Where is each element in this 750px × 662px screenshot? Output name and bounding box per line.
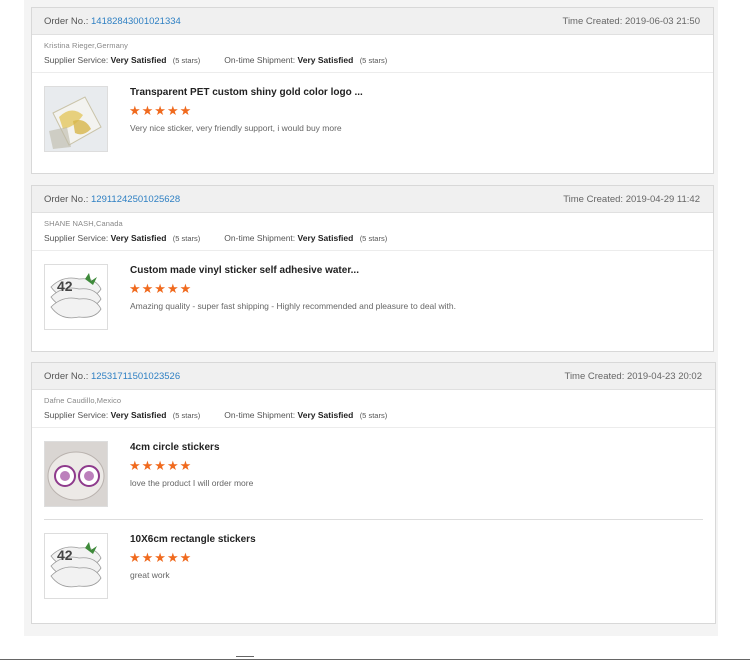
- shipment-rating: On-time Shipment: Very Satisfied (5 star…: [224, 233, 387, 243]
- circle-sticker-roll-image: [45, 442, 107, 506]
- supplier-service-rating: Supplier Service: Very Satisfied (5 star…: [44, 55, 200, 65]
- supplier-value: Very Satisfied: [110, 410, 167, 420]
- product-title[interactable]: 4cm circle stickers: [130, 442, 220, 453]
- order-label: Order No.:: [44, 193, 89, 205]
- card-header: Order No.: 12911242501025628 Time Create…: [32, 186, 713, 213]
- shipment-stars: (5 stars): [359, 56, 388, 65]
- supplier-label: Supplier Service:: [44, 410, 109, 420]
- shipment-value: Very Satisfied: [297, 55, 354, 65]
- time-created: Time Created: 2019-04-23 20:02: [565, 371, 703, 382]
- order-number: Order No.: 12531711501023526: [44, 371, 180, 382]
- buyer-name: Dafne Caudillo,Mexico: [44, 396, 122, 405]
- review-item: 42 10X6cm rectangle stickers ★★★★★ great…: [32, 520, 715, 610]
- supplier-value: Very Satisfied: [110, 55, 167, 65]
- card-header: Order No.: 12531711501023526 Time Create…: [32, 363, 715, 390]
- review-meta: Kristina Rieger,Germany Supplier Service…: [32, 35, 713, 73]
- time-created: Time Created: 2019-06-03 21:50: [563, 16, 701, 27]
- service-ratings: Supplier Service: Very Satisfied (5 star…: [44, 233, 701, 243]
- review-comment: Amazing quality - super fast shipping - …: [130, 301, 457, 311]
- shipment-value: Very Satisfied: [297, 233, 354, 243]
- shipment-rating: On-time Shipment: Very Satisfied (5 star…: [224, 55, 387, 65]
- supplier-label: Supplier Service:: [44, 233, 109, 243]
- created-label: Time Created:: [564, 370, 625, 382]
- order-label: Order No.:: [44, 370, 89, 382]
- buyer-name: SHANE NASH,Canada: [44, 219, 123, 228]
- review-item: 4cm circle stickers ★★★★★ love the produ…: [32, 428, 715, 520]
- review-meta: SHANE NASH,Canada Supplier Service: Very…: [32, 213, 713, 251]
- shipment-rating: On-time Shipment: Very Satisfied (5 star…: [224, 410, 387, 420]
- bottom-divider: [0, 659, 750, 660]
- order-number-link[interactable]: 14182843001021334: [91, 16, 181, 27]
- vinyl-sticker-image: 42: [45, 265, 107, 329]
- order-label: Order No.:: [44, 15, 89, 27]
- product-title[interactable]: Transparent PET custom shiny gold color …: [130, 87, 363, 98]
- card-header: Order No.: 14182843001021334 Time Create…: [32, 8, 713, 35]
- rating-stars: ★★★★★: [129, 281, 193, 296]
- svg-text:42: 42: [57, 547, 73, 563]
- supplier-value: Very Satisfied: [110, 233, 167, 243]
- shipment-label: On-time Shipment:: [224, 410, 296, 420]
- review-meta: Dafne Caudillo,Mexico Supplier Service: …: [32, 390, 715, 428]
- created-value: 2019-04-29 11:42: [625, 193, 700, 205]
- order-number: Order No.: 14182843001021334: [44, 16, 181, 27]
- product-title[interactable]: 10X6cm rectangle stickers: [130, 534, 256, 545]
- review-comment: love the product I will order more: [130, 478, 254, 488]
- review-item: 42 Custom made vinyl sticker self adhesi…: [32, 251, 713, 351]
- product-thumbnail[interactable]: [44, 441, 108, 507]
- created-value: 2019-04-23 20:02: [626, 370, 702, 382]
- rating-stars: ★★★★★: [129, 103, 193, 118]
- bottom-marker: [236, 656, 254, 660]
- order-number-link[interactable]: 12911242501025628: [91, 194, 180, 205]
- order-number-link[interactable]: 12531711501023526: [91, 371, 180, 382]
- shipment-stars: (5 stars): [359, 234, 388, 243]
- review-card: Order No.: 14182843001021334 Time Create…: [31, 7, 714, 174]
- service-ratings: Supplier Service: Very Satisfied (5 star…: [44, 410, 703, 420]
- shipment-stars: (5 stars): [359, 411, 388, 420]
- review-comment: great work: [130, 570, 170, 580]
- service-ratings: Supplier Service: Very Satisfied (5 star…: [44, 55, 701, 65]
- supplier-service-rating: Supplier Service: Very Satisfied (5 star…: [44, 233, 200, 243]
- review-card: Order No.: 12911242501025628 Time Create…: [31, 185, 714, 352]
- supplier-stars: (5 stars): [172, 56, 201, 65]
- time-created: Time Created: 2019-04-29 11:42: [563, 194, 700, 205]
- product-thumbnail[interactable]: 42: [44, 533, 108, 599]
- rating-stars: ★★★★★: [129, 550, 193, 565]
- supplier-label: Supplier Service:: [44, 55, 109, 65]
- order-number: Order No.: 12911242501025628: [44, 194, 180, 205]
- created-label: Time Created:: [563, 193, 624, 205]
- review-comment: Very nice sticker, very friendly support…: [130, 123, 342, 133]
- supplier-stars: (5 stars): [172, 411, 201, 420]
- rectangle-sticker-image: 42: [45, 534, 107, 598]
- created-label: Time Created:: [562, 15, 623, 27]
- shipment-label: On-time Shipment:: [224, 233, 296, 243]
- rating-stars: ★★★★★: [129, 458, 193, 473]
- shipment-value: Very Satisfied: [297, 410, 354, 420]
- product-thumbnail[interactable]: 42: [44, 264, 108, 330]
- supplier-service-rating: Supplier Service: Very Satisfied (5 star…: [44, 410, 200, 420]
- review-item: Transparent PET custom shiny gold color …: [32, 73, 713, 173]
- product-title[interactable]: Custom made vinyl sticker self adhesive …: [130, 265, 359, 276]
- product-thumbnail[interactable]: [44, 86, 108, 152]
- supplier-stars: (5 stars): [172, 234, 201, 243]
- svg-text:42: 42: [57, 278, 73, 294]
- created-value: 2019-06-03 21:50: [624, 15, 700, 27]
- review-card: Order No.: 12531711501023526 Time Create…: [31, 362, 716, 624]
- shipment-label: On-time Shipment:: [224, 55, 296, 65]
- gold-sticker-image: [45, 87, 107, 151]
- buyer-name: Kristina Rieger,Germany: [44, 41, 128, 50]
